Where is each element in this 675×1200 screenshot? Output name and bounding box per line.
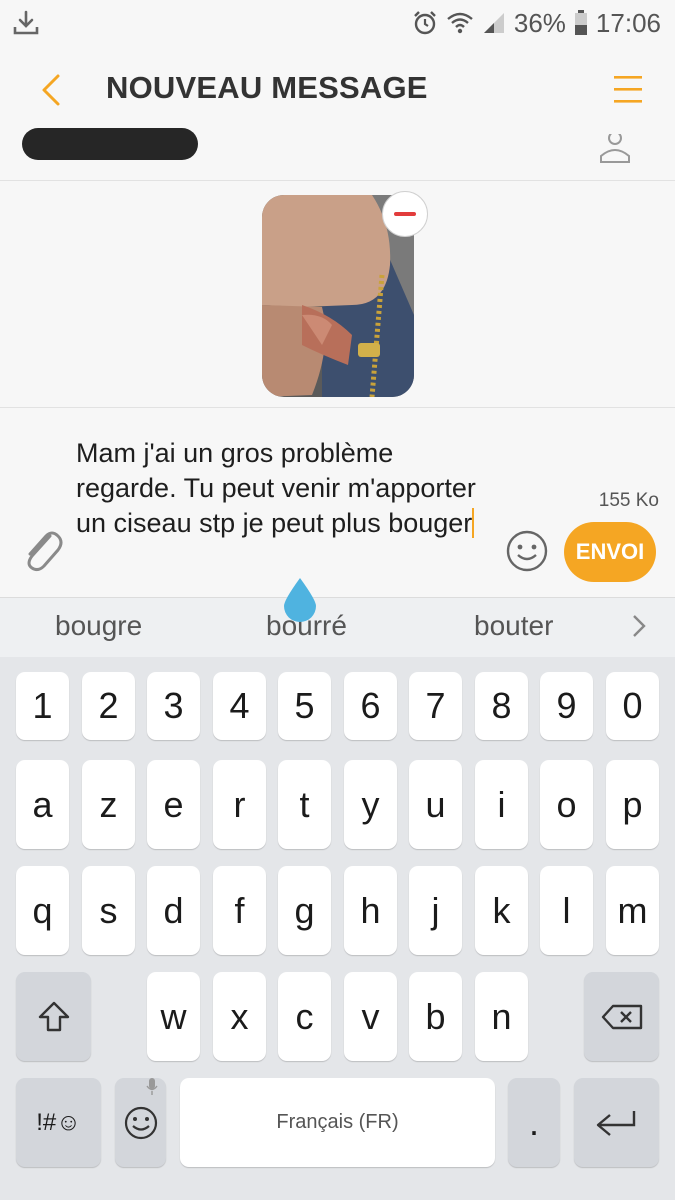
enter-key[interactable] (574, 1078, 659, 1167)
battery-percent: 36% (513, 7, 566, 38)
key-q[interactable]: q (16, 866, 69, 955)
paperclip-icon[interactable] (20, 526, 64, 576)
shift-icon (38, 1001, 69, 1031)
key-2[interactable]: 2 (82, 672, 135, 740)
key-s[interactable]: s (82, 866, 135, 955)
attachment-preview (0, 181, 675, 408)
cursor-handle-icon[interactable] (282, 576, 318, 624)
key-r[interactable]: r (213, 760, 266, 849)
suggestion-bar: bougre bourré bouter (0, 597, 675, 658)
wifi-icon (447, 12, 473, 34)
signal-icon (483, 13, 504, 33)
key-9[interactable]: 9 (540, 672, 593, 740)
emoji-key[interactable] (115, 1078, 166, 1167)
key-k[interactable]: k (475, 866, 528, 955)
alarm-icon (414, 11, 436, 35)
key-v[interactable]: v (344, 972, 397, 1061)
message-input[interactable]: Mam j'ai un gros problème regarde. Tu pe… (76, 436, 476, 541)
key-6[interactable]: 6 (344, 672, 397, 740)
suggestion-item[interactable]: bouter (474, 610, 553, 642)
key-g[interactable]: g (278, 866, 331, 955)
shift-key[interactable] (16, 972, 91, 1061)
key-t[interactable]: t (278, 760, 331, 849)
message-size: 155 Ko (598, 490, 659, 511)
contacts-icon[interactable] (595, 134, 635, 164)
key-l[interactable]: l (540, 866, 593, 955)
backspace-icon (601, 1004, 642, 1029)
key-h[interactable]: h (344, 866, 397, 955)
key-u[interactable]: u (409, 760, 462, 849)
key-b[interactable]: b (409, 972, 462, 1061)
key-0[interactable]: 0 (606, 672, 659, 740)
app-bar: NOUVEAU MESSAGE (0, 46, 675, 135)
send-button[interactable]: ENVOI (564, 522, 656, 582)
key-7[interactable]: 7 (409, 672, 462, 740)
emoji-icon[interactable] (506, 530, 548, 572)
key-n[interactable]: n (475, 972, 528, 1061)
key-j[interactable]: j (409, 866, 462, 955)
key-1[interactable]: 1 (16, 672, 69, 740)
status-bar: 36% 17:06 (0, 0, 675, 46)
key-p[interactable]: p (606, 760, 659, 849)
page-title: NOUVEAU MESSAGE (106, 70, 428, 105)
key-y[interactable]: y (344, 760, 397, 849)
key-8[interactable]: 8 (475, 672, 528, 740)
key-f[interactable]: f (213, 866, 266, 955)
chevron-right-icon[interactable] (631, 614, 647, 638)
key-c[interactable]: c (278, 972, 331, 1061)
back-chevron-icon[interactable] (30, 68, 74, 112)
recipient-field[interactable] (0, 128, 675, 181)
key-o[interactable]: o (540, 760, 593, 849)
key-z[interactable]: z (82, 760, 135, 849)
recipient-redacted (22, 128, 198, 160)
key-x[interactable]: x (213, 972, 266, 1061)
key-4[interactable]: 4 (213, 672, 266, 740)
menu-icon[interactable] (613, 72, 643, 106)
symbols-key[interactable]: !#☺ (16, 1078, 101, 1167)
key-w[interactable]: w (147, 972, 200, 1061)
key-a[interactable]: a (16, 760, 69, 849)
key-i[interactable]: i (475, 760, 528, 849)
space-key[interactable]: Français (FR) (180, 1078, 495, 1167)
battery-icon (574, 10, 587, 35)
key-3[interactable]: 3 (147, 672, 200, 740)
mic-icon (146, 1078, 158, 1095)
compose-area: Mam j'ai un gros problème regarde. Tu pe… (0, 408, 675, 597)
text-cursor (472, 508, 475, 538)
space-key-label: Français (FR) (276, 1111, 399, 1133)
enter-icon (596, 1110, 635, 1136)
key-d[interactable]: d (147, 866, 200, 955)
key-5[interactable]: 5 (278, 672, 331, 740)
remove-attachment-icon[interactable] (382, 191, 428, 237)
clock: 17:06 (595, 7, 661, 38)
backspace-key[interactable] (584, 972, 659, 1061)
key-e[interactable]: e (147, 760, 200, 849)
keyboard: 1 2 3 4 5 6 7 8 9 0 a z e r t y u i o p … (0, 657, 675, 1200)
suggestion-item[interactable]: bougre (55, 610, 142, 642)
message-text: Mam j'ai un gros problème regarde. Tu pe… (76, 438, 476, 538)
emoji-key-icon (124, 1106, 157, 1139)
key-m[interactable]: m (606, 866, 659, 955)
download-icon (13, 10, 39, 35)
period-key[interactable]: . (508, 1078, 560, 1167)
